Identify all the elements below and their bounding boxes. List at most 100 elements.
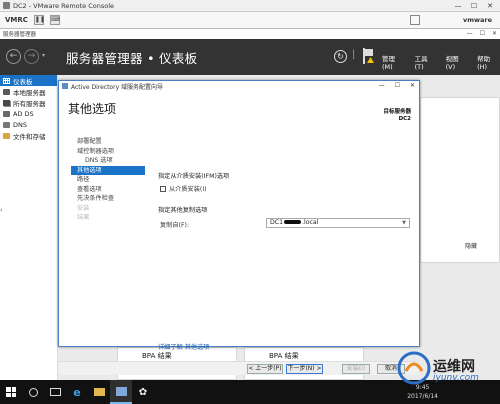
wizard-step-dc-options[interactable]: 域控制器选项 (71, 147, 145, 157)
sidebar: 仪表板 本地服务器 所有服务器 AD DS DNS 文件和存储 ‹ (0, 75, 58, 380)
vmrc-toolbar: VMRC ❚❚ ⌨ vmware (0, 12, 500, 29)
wizard-steps: 部署配置 域控制器选项 DNS 选项 其他选项 路径 查看选项 先决条件检查 安… (71, 137, 145, 223)
menu-manage[interactable]: 管理(M) (382, 53, 406, 71)
wizard-heading: 其他选项 (68, 102, 117, 116)
start-button[interactable] (0, 380, 22, 404)
windows-icon (6, 387, 16, 397)
vmware-app-icon (3, 2, 10, 9)
server-icon (3, 88, 10, 95)
maximize-icon[interactable]: ☐ (466, 1, 482, 11)
history-dropdown-icon[interactable]: ▾ (42, 52, 45, 59)
pause-icon[interactable]: ❚❚ (33, 15, 45, 25)
settings-button[interactable]: ✿ (132, 380, 154, 404)
sidebar-item-label: 仪表板 (13, 77, 33, 86)
target-server-title: 目标服务器 (383, 109, 411, 115)
wizard-step-prereq-check[interactable]: 先决条件检查 (71, 194, 145, 204)
wizard-window-title: Active Directory 域服务配置向导 (71, 83, 164, 91)
server-manager-taskbar-button[interactable] (110, 380, 132, 404)
menu-help[interactable]: 帮助(H) (477, 53, 500, 71)
wizard-step-dns-options[interactable]: DNS 选项 (71, 156, 145, 166)
bpa-results-label[interactable]: BPA 结果 (142, 351, 172, 361)
target-server-name: DC2 (398, 116, 411, 122)
vmrc-titlebar: DC2 - VMware Remote Console — ☐ ✕ (0, 0, 500, 12)
sidebar-item-label: AD DS (13, 109, 34, 118)
wizard-step-install: 安装 (77, 204, 90, 212)
ad-ds-config-wizard: Active Directory 域服务配置向导 — ☐ ✕ 其他选项 目标服务… (58, 80, 420, 375)
server-manager-window-controls: — ☐ ✕ (467, 29, 497, 39)
task-view-button[interactable] (44, 380, 66, 404)
notification-flag-icon[interactable] (363, 48, 374, 64)
task-view-icon (49, 388, 61, 396)
header-menu: 管理(M) 工具(T) 视图(V) 帮助(H) (382, 53, 500, 71)
vmware-logo: vmware (462, 16, 492, 24)
vmrc-window-title: DC2 - VMware Remote Console (13, 1, 115, 10)
watermark-logo-icon (397, 351, 431, 385)
server-manager-window-title: 服务器管理器 (3, 32, 37, 38)
ad-icon (3, 110, 10, 117)
hide-link[interactable]: 隐藏 (465, 241, 477, 250)
site-watermark: 运维网 iyunv.com (393, 351, 498, 391)
sidebar-item-file-storage[interactable]: 文件和存储 (0, 130, 57, 141)
forward-arrow-icon[interactable]: → (24, 49, 39, 64)
replicate-from-row: 复制自(F): DC1 .local ▼ (158, 218, 413, 229)
sidebar-item-ad-ds[interactable]: AD DS (0, 108, 57, 119)
close-icon[interactable]: ✕ (410, 81, 415, 91)
minimize-icon[interactable]: — (467, 29, 473, 39)
close-icon[interactable]: ✕ (492, 29, 497, 39)
redacted-text (284, 220, 302, 224)
warning-icon (367, 57, 374, 63)
menu-view[interactable]: 视图(V) (446, 53, 468, 71)
ctrl-alt-del-icon[interactable]: ⌨ (49, 15, 60, 25)
ifm-checkbox-label: 从介质安装(I) (169, 186, 207, 193)
maximize-icon[interactable]: ☐ (395, 81, 400, 91)
sidebar-item-label: 所有服务器 (13, 99, 46, 108)
internet-explorer-icon: e (73, 385, 81, 399)
sidebar-item-label: DNS (13, 120, 27, 129)
bpa-results-label[interactable]: BPA 结果 (269, 351, 299, 361)
minimize-icon[interactable]: — (379, 81, 385, 91)
fullscreen-icon[interactable] (410, 15, 420, 25)
server-manager-icon (115, 386, 127, 396)
wizard-step-deployment[interactable]: 部署配置 (71, 137, 145, 147)
back-arrow-icon[interactable]: ← (6, 49, 21, 64)
vmrc-window-controls: — ☐ ✕ (450, 1, 498, 11)
servers-icon (3, 99, 10, 106)
wizard-step-paths[interactable]: 路径 (71, 175, 145, 185)
learn-more-link[interactable]: 详细了解 其他选项 (158, 342, 209, 351)
search-icon (28, 387, 38, 397)
search-button[interactable] (22, 380, 44, 404)
folder-icon (3, 132, 10, 139)
next-button[interactable]: 下一步(N) > (286, 364, 323, 374)
clock-date: 2017/6/14 (407, 393, 438, 400)
replicate-from-select[interactable]: DC1 .local ▼ (266, 218, 410, 228)
ie-button[interactable]: e (66, 380, 88, 404)
close-icon[interactable]: ✕ (482, 1, 498, 11)
sidebar-item-local-server[interactable]: 本地服务器 (0, 86, 57, 97)
ifm-option[interactable]: 从介质安装(I) (160, 184, 413, 193)
previous-button[interactable]: < 上一步(P) (247, 364, 283, 374)
refresh-icon[interactable]: ↻ (334, 50, 347, 63)
gear-icon: ✿ (138, 386, 148, 398)
menu-tools[interactable]: 工具(T) (415, 53, 437, 71)
page-title: 服务器管理器 • 仪表板 (66, 51, 198, 66)
dashboard-tile: 隐藏 (420, 97, 500, 263)
install-button: 安装(I) (342, 364, 370, 374)
sidebar-item-dns[interactable]: DNS (0, 119, 57, 130)
file-explorer-button[interactable] (88, 380, 110, 404)
replication-section-title: 指定其他复制选项 (158, 207, 208, 214)
ad-wizard-icon (62, 83, 68, 89)
minimize-icon[interactable]: — (450, 1, 466, 11)
wizard-titlebar: Active Directory 域服务配置向导 — ☐ ✕ (59, 81, 419, 91)
maximize-icon[interactable]: ☐ (480, 29, 485, 39)
folder-icon (93, 388, 105, 396)
ifm-checkbox[interactable] (160, 185, 166, 192)
wizard-step-review[interactable]: 查看选项 (71, 185, 145, 195)
vmrc-menu-button[interactable]: VMRC (5, 16, 28, 24)
collapse-arrow-icon[interactable]: ‹ (0, 206, 3, 214)
sidebar-item-dashboard[interactable]: 仪表板 (0, 75, 57, 86)
sidebar-item-all-servers[interactable]: 所有服务器 (0, 97, 57, 108)
server-manager-titlebar: 服务器管理器 — ☐ ✕ (0, 29, 500, 39)
sidebar-item-label: 文件和存储 (13, 132, 46, 141)
wizard-step-additional-options[interactable]: 其他选项 (71, 165, 145, 175)
ifm-section-title: 指定从介质安装(IFM)选项 (158, 173, 230, 180)
